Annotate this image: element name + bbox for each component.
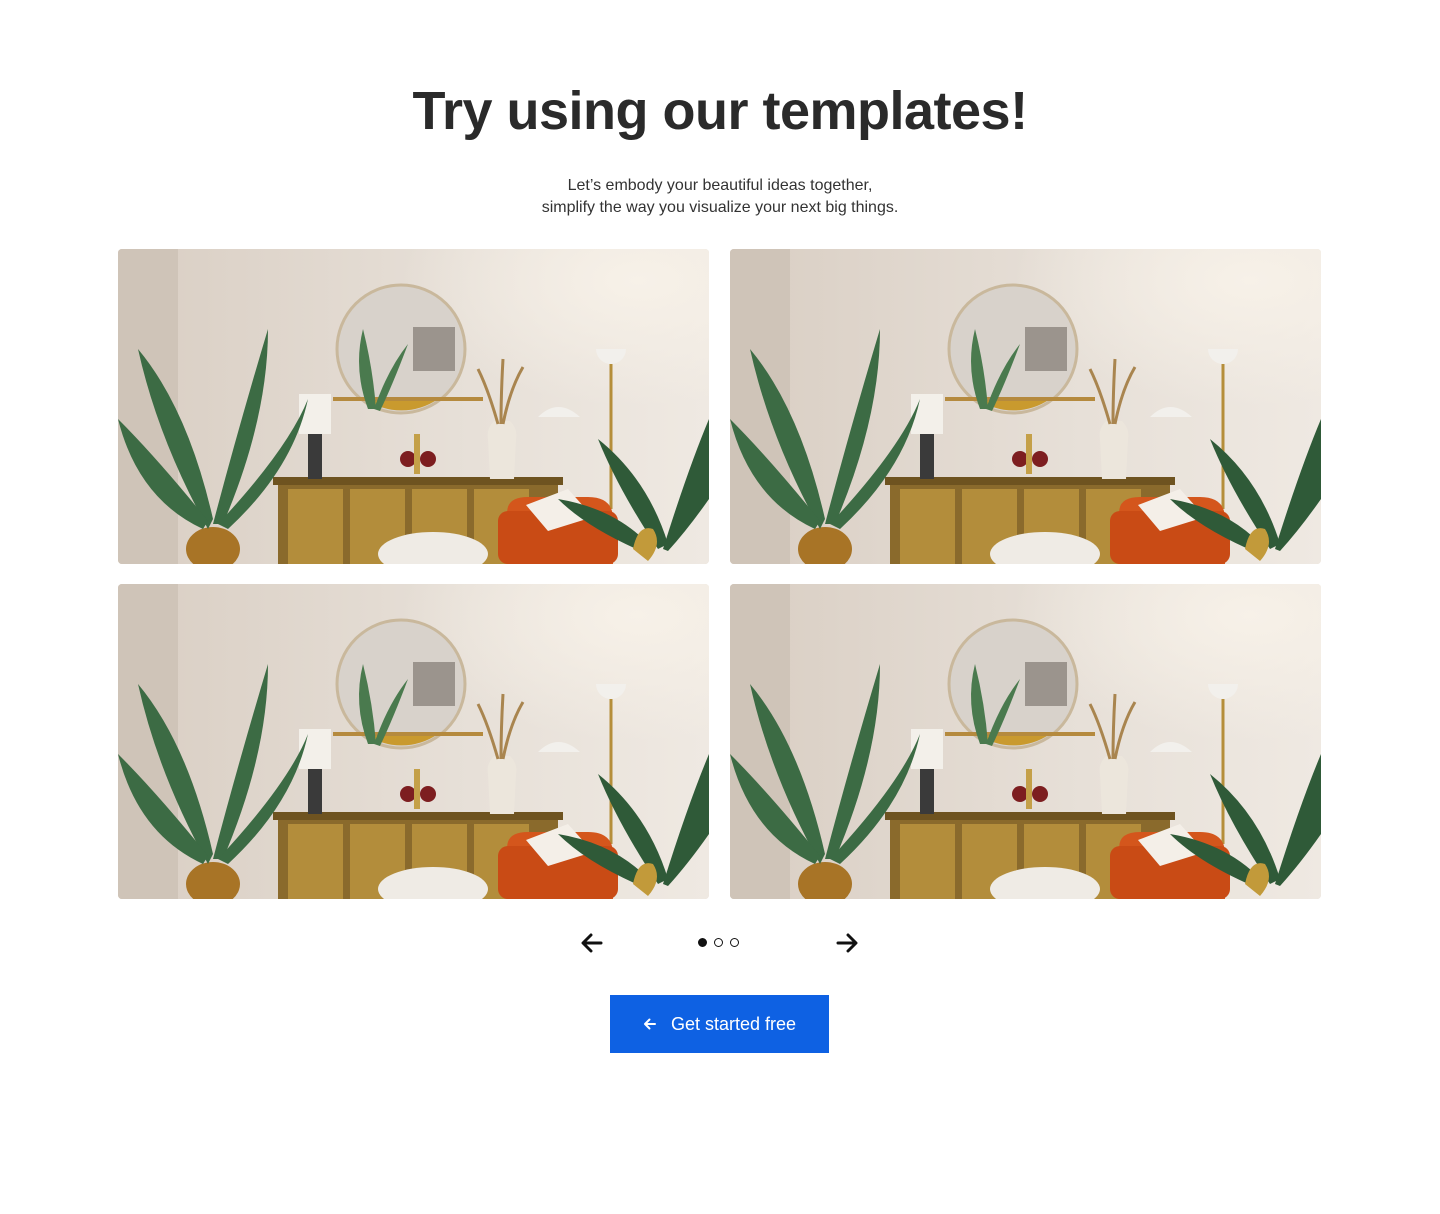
template-card[interactable] bbox=[118, 584, 709, 899]
arrow-left-icon bbox=[581, 933, 603, 953]
pagination-dots bbox=[698, 938, 739, 947]
template-card[interactable] bbox=[118, 249, 709, 564]
template-image bbox=[118, 249, 709, 564]
next-button[interactable] bbox=[832, 928, 862, 958]
page-dot[interactable] bbox=[698, 938, 707, 947]
get-started-label: Get started free bbox=[670, 1013, 797, 1034]
page-dot[interactable] bbox=[714, 938, 723, 947]
prev-button[interactable] bbox=[577, 928, 607, 958]
page-dot[interactable] bbox=[730, 938, 739, 947]
template-image bbox=[730, 249, 1321, 564]
template-card[interactable] bbox=[730, 249, 1321, 564]
arrow-left-icon bbox=[643, 1017, 657, 1031]
subtitle-line-2: simplify the way you visualize your next… bbox=[541, 199, 899, 216]
carousel-pager bbox=[0, 928, 1440, 958]
template-grid bbox=[118, 249, 1321, 899]
template-image bbox=[118, 584, 709, 899]
page-subtitle: Let’s embody your beautiful ideas togeth… bbox=[0, 175, 1440, 219]
arrow-right-icon bbox=[836, 933, 858, 953]
subtitle-line-1: Let’s embody your beautiful ideas togeth… bbox=[567, 177, 873, 194]
page-title: Try using our templates! bbox=[412, 81, 1028, 141]
template-card[interactable] bbox=[730, 584, 1321, 899]
template-image bbox=[730, 584, 1321, 899]
get-started-button[interactable]: Get started free bbox=[610, 995, 829, 1053]
